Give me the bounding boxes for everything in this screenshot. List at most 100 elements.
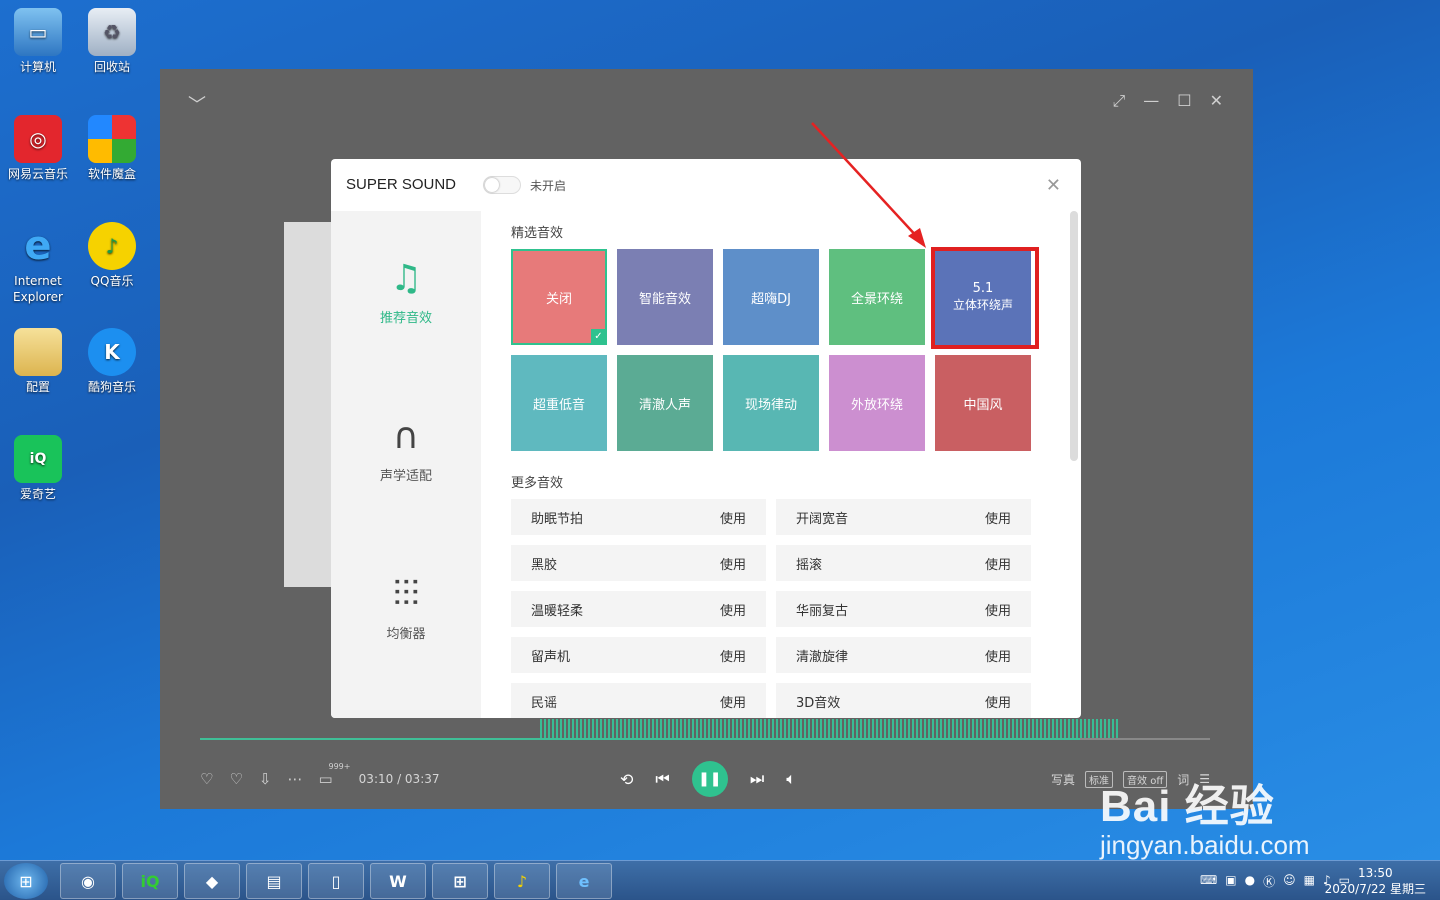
desktop-icon-software-box[interactable]: 软件魔盒 bbox=[76, 115, 148, 182]
tile-label: 超重低音 bbox=[532, 397, 585, 413]
desktop-icon-qq-music[interactable]: ♪ QQ音乐 bbox=[76, 222, 148, 289]
effect-tile-smart[interactable]: 智能音效 bbox=[617, 249, 713, 345]
desktop-icon-recycle-bin[interactable]: ♻ 回收站 bbox=[76, 8, 148, 75]
effect-tile-chinese[interactable]: 中国风 bbox=[935, 355, 1031, 451]
effect-tile-live[interactable]: 现场律动 bbox=[723, 355, 819, 451]
pause-button[interactable]: ❚❚ bbox=[691, 761, 728, 797]
use-button[interactable]: 使用 bbox=[720, 692, 746, 711]
baidu-watermark: Bai 经验 jingyan.baidu.com bbox=[1100, 770, 1310, 861]
dialog-main: 精选音效 关闭 ✓ 智能音效 超嗨DJ 全景环绕 5.1 立体环绕声 超重低音 … bbox=[481, 211, 1081, 718]
effect-tile-dj[interactable]: 超嗨DJ bbox=[723, 249, 819, 345]
chrome-icon: ◉ bbox=[81, 871, 95, 891]
use-button[interactable]: 使用 bbox=[985, 600, 1011, 619]
tile-label: 智能音效 bbox=[638, 291, 691, 307]
effect-name: 温暖轻柔 bbox=[531, 603, 584, 619]
taskbar-notepad[interactable]: ▤ bbox=[246, 863, 302, 899]
effect-name: 清澈旋律 bbox=[796, 649, 849, 665]
dialog-header: SUPER SOUND 未开启 ✕ bbox=[331, 159, 1081, 211]
use-button[interactable]: 使用 bbox=[985, 646, 1011, 665]
iqiyi-tray-icon[interactable]: ▣ bbox=[1225, 873, 1236, 890]
keyboard-icon[interactable]: ⌨ bbox=[1200, 873, 1217, 890]
taskbar-windows[interactable]: ⊞ bbox=[432, 863, 488, 899]
check-icon: ✓ bbox=[591, 329, 606, 344]
desktop-icon-label: Internet Explorer bbox=[13, 274, 63, 304]
maximize-icon[interactable]: ☐ bbox=[1177, 91, 1191, 111]
minimize-icon[interactable]: — bbox=[1143, 91, 1159, 111]
effect-name: 黑胶 bbox=[531, 557, 558, 573]
dialog-title: SUPER SOUND bbox=[346, 176, 457, 193]
super-sound-dialog: SUPER SOUND 未开启 ✕ ♫ 推荐音效 ∩ 声学适配 ⫶⫶⫶ 均衡器 … bbox=[331, 159, 1081, 718]
desktop-icon-config-folder[interactable]: 配置 bbox=[2, 328, 74, 395]
sidebar-item-acoustic-fit[interactable]: ∩ 声学适配 bbox=[331, 415, 481, 484]
tile-label: 中国风 bbox=[963, 397, 1003, 413]
effect-tile-vocal[interactable]: 清澈人声 bbox=[617, 355, 713, 451]
fullscreen-icon[interactable]: ⤢ bbox=[1112, 91, 1125, 111]
dislike-icon[interactable]: ♡ bbox=[229, 770, 242, 788]
desktop-icon-label: 网易云音乐 bbox=[7, 167, 68, 181]
taskbar-software-box[interactable]: ◆ bbox=[184, 863, 240, 899]
collapse-chevron-icon[interactable]: ﹀ bbox=[188, 91, 206, 117]
taskbar-qq-music[interactable]: ♪ bbox=[494, 863, 550, 899]
player-controls: ♡ ♡ ⇩ ⋯ ▭ 999+ 03:10 / 03:37 ⟲ ⏮ ❚❚ ⏭ 🔈︎ … bbox=[200, 759, 1210, 799]
desktop-icon-label: 计算机 bbox=[19, 60, 56, 74]
recycle-bin-icon: ♻ bbox=[88, 8, 136, 56]
watermark-sub: jingyan.baidu.com bbox=[1100, 830, 1310, 860]
more-icon[interactable]: ⋯ bbox=[287, 770, 302, 788]
desktop-icon-internet-explorer[interactable]: e Internet Explorer bbox=[2, 222, 74, 305]
volume-icon[interactable]: 🔈︎ bbox=[786, 769, 796, 789]
use-button[interactable]: 使用 bbox=[985, 554, 1011, 573]
sidebar-item-label: 推荐音效 bbox=[379, 311, 432, 326]
desktop-icon-iqiyi[interactable]: iQ 爱奇艺 bbox=[2, 435, 74, 502]
photo-mode-toggle[interactable]: 写真 bbox=[1051, 771, 1075, 788]
player-topbar: ﹀ ⤢ — ☐ ✕ bbox=[160, 69, 1253, 129]
sidebar-item-recommended[interactable]: ♫ 推荐音效 bbox=[331, 257, 481, 326]
playback-controls: ⟲ ⏮ ❚❚ ⏭ 🔈︎ bbox=[620, 759, 796, 799]
close-icon[interactable]: ✕ bbox=[1210, 91, 1223, 111]
start-button[interactable]: ⊞ bbox=[4, 863, 48, 899]
taskbar-chrome[interactable]: ◉ bbox=[60, 863, 116, 899]
more-effect-row: 清澈旋律 使用 bbox=[776, 637, 1031, 673]
next-icon[interactable]: ⏭ bbox=[750, 769, 764, 789]
taskbar-wps[interactable]: W bbox=[370, 863, 426, 899]
use-button[interactable]: 使用 bbox=[720, 600, 746, 619]
repeat-icon[interactable]: ⟲ bbox=[620, 770, 633, 789]
sidebar-item-equalizer[interactable]: ⫶⫶⫶ 均衡器 bbox=[331, 573, 481, 642]
qq-tray-icon[interactable]: ☺ bbox=[1283, 873, 1296, 890]
sidebar-item-label: 声学适配 bbox=[379, 469, 432, 484]
kugou-tray-icon[interactable]: Ⓚ bbox=[1263, 873, 1275, 890]
previous-icon[interactable]: ⏮ bbox=[655, 769, 669, 789]
use-button[interactable]: 使用 bbox=[720, 554, 746, 573]
use-button[interactable]: 使用 bbox=[985, 508, 1011, 527]
comment-icon[interactable]: ▭ 999+ bbox=[318, 762, 350, 788]
desktop-icon-netease-music[interactable]: ◎ 网易云音乐 bbox=[2, 115, 74, 182]
super-sound-toggle[interactable] bbox=[483, 176, 521, 194]
desktop-icon-label: 软件魔盒 bbox=[87, 167, 136, 181]
download-icon[interactable]: ⇩ bbox=[259, 770, 272, 788]
taskbar-ie[interactable]: e bbox=[556, 863, 612, 899]
desktop-icon-label: 回收站 bbox=[93, 60, 130, 74]
taskbar-iqiyi[interactable]: iQ bbox=[122, 863, 178, 899]
use-button[interactable]: 使用 bbox=[720, 646, 746, 665]
qq-music-tray-icon[interactable]: ● bbox=[1245, 873, 1255, 890]
desktop-icon-computer[interactable]: ▭ 计算机 bbox=[2, 8, 74, 75]
use-button[interactable]: 使用 bbox=[985, 692, 1011, 711]
iqiyi-icon: iQ bbox=[140, 871, 160, 891]
taskbar-phone[interactable]: ▯ bbox=[308, 863, 364, 899]
kugou-music-icon: K bbox=[88, 328, 136, 376]
system-clock[interactable]: 13:50 2020/7/22 星期三 bbox=[1325, 865, 1426, 897]
dialog-scrollbar[interactable] bbox=[1070, 211, 1078, 461]
desktop-icon-label: 爱奇艺 bbox=[19, 487, 56, 501]
comment-count: 999+ bbox=[328, 762, 351, 771]
effect-tile-bass[interactable]: 超重低音 bbox=[511, 355, 607, 451]
sidebar-item-label: 均衡器 bbox=[386, 627, 426, 642]
progress-bar-remaining[interactable] bbox=[1080, 738, 1210, 740]
security-tray-icon[interactable]: ▦ bbox=[1304, 873, 1315, 890]
progress-bar-played[interactable] bbox=[200, 738, 1080, 740]
like-icon[interactable]: ♡ bbox=[200, 770, 213, 788]
effect-tile-panorama[interactable]: 全景环绕 bbox=[829, 249, 925, 345]
effect-tile-speaker-surround[interactable]: 外放环绕 bbox=[829, 355, 925, 451]
desktop-icon-kugou-music[interactable]: K 酷狗音乐 bbox=[76, 328, 148, 395]
use-button[interactable]: 使用 bbox=[720, 508, 746, 527]
dialog-close-icon[interactable]: ✕ bbox=[1046, 175, 1061, 196]
effect-tile-off[interactable]: 关闭 ✓ bbox=[511, 249, 607, 345]
